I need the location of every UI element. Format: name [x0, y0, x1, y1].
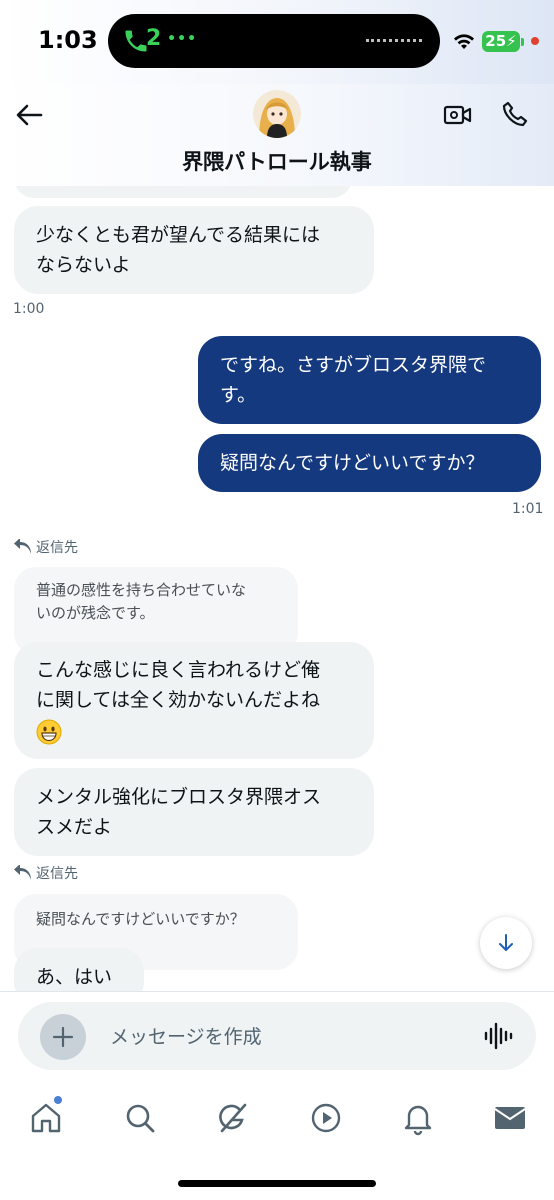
- reply-arrow-icon: [14, 865, 31, 880]
- message-bubble-received[interactable]: あ、はい: [14, 948, 144, 991]
- search-icon[interactable]: [122, 1100, 158, 1136]
- message-text: ならないよ: [36, 254, 131, 276]
- message-text: ですね。さすがブロスタ界隈で: [220, 354, 487, 376]
- message-list[interactable]: 少なくとも君が望んでる結果には ならないよ 1:00 ですね。さすがブロスタ界隈…: [0, 186, 554, 991]
- status-bar: 1:03 2 ••• 25⚡: [0, 0, 554, 84]
- battery-indicator: 25⚡: [482, 31, 524, 52]
- dynamic-island[interactable]: 2 •••: [108, 14, 440, 68]
- quoted-text: 疑問なんですけどいいですか？: [36, 910, 245, 928]
- reply-label: 返信先: [36, 540, 78, 556]
- scroll-to-bottom-button[interactable]: [480, 917, 532, 969]
- reply-indicator: 返信先: [14, 537, 78, 557]
- composer-divider: [0, 991, 554, 992]
- message-bubble-sent[interactable]: 疑問なんですけどいいですか？: [198, 434, 541, 492]
- chat-header: 界隈パトロール執事: [0, 84, 554, 186]
- message-bubble-received[interactable]: 少なくとも君が望んでる結果には ならないよ: [14, 206, 374, 294]
- quoted-text: いのが残念です。: [36, 604, 155, 622]
- home-icon[interactable]: [28, 1100, 64, 1136]
- message-text: 疑問なんですけどいいですか？: [220, 452, 485, 474]
- message-bubble-sent[interactable]: ですね。さすがブロスタ界隈で す。: [198, 336, 541, 424]
- message-text: 少なくとも君が望んでる結果には: [36, 224, 321, 246]
- bell-icon[interactable]: [400, 1100, 436, 1136]
- message-bubble-received[interactable]: メンタル強化にブロスタ界隈オス スメだよ: [14, 768, 374, 856]
- message-text: こんな感じに良く言われるけど俺: [36, 659, 321, 681]
- message-input[interactable]: メッセージを作成: [110, 1022, 450, 1049]
- recording-dot: [531, 37, 539, 45]
- grok-icon[interactable]: [214, 1100, 250, 1136]
- mail-icon[interactable]: [492, 1100, 528, 1136]
- message-text: あ、はい: [36, 966, 113, 988]
- phone-icon[interactable]: [500, 99, 530, 129]
- arrow-down-icon: [499, 934, 513, 951]
- reply-arrow-icon: [14, 539, 31, 554]
- quoted-text: 普通の感性を持ち合わせていな: [36, 581, 247, 599]
- message-composer: メッセージを作成: [18, 1002, 536, 1070]
- message-timestamp: 1:01: [512, 501, 544, 517]
- status-time: 1:03: [38, 26, 98, 54]
- reply-label: 返信先: [36, 866, 78, 882]
- plus-icon: [52, 1026, 74, 1048]
- home-indicator[interactable]: [178, 1180, 376, 1187]
- message-text: す。: [220, 384, 257, 406]
- chat-title[interactable]: 界隈パトロール執事: [0, 146, 554, 176]
- home-notification-dot: [54, 1096, 62, 1104]
- message-bubble-partial[interactable]: [14, 186, 352, 198]
- voice-message-icon[interactable]: [482, 1020, 514, 1052]
- wifi-icon: [454, 34, 474, 49]
- avatar[interactable]: [253, 90, 301, 138]
- video-play-icon[interactable]: [308, 1100, 344, 1136]
- video-call-icon[interactable]: [443, 100, 473, 130]
- reply-indicator: 返信先: [14, 863, 78, 883]
- message-text: に関しては全く効かないんだよね: [36, 689, 321, 711]
- back-arrow-icon[interactable]: [14, 100, 44, 130]
- call-participant-count: 2 •••: [146, 26, 198, 51]
- grinning-face-emoji-icon: [36, 719, 62, 744]
- message-bubble-received[interactable]: こんな感じに良く言われるけど俺 に関しては全く効かないんだよね: [14, 642, 374, 759]
- audio-wave-indicator: [366, 39, 422, 43]
- message-text: スメだよ: [36, 816, 113, 838]
- message-timestamp: 1:00: [13, 301, 45, 317]
- message-text: メンタル強化にブロスタ界隈オス: [36, 786, 322, 808]
- add-attachment-button[interactable]: [40, 1014, 86, 1060]
